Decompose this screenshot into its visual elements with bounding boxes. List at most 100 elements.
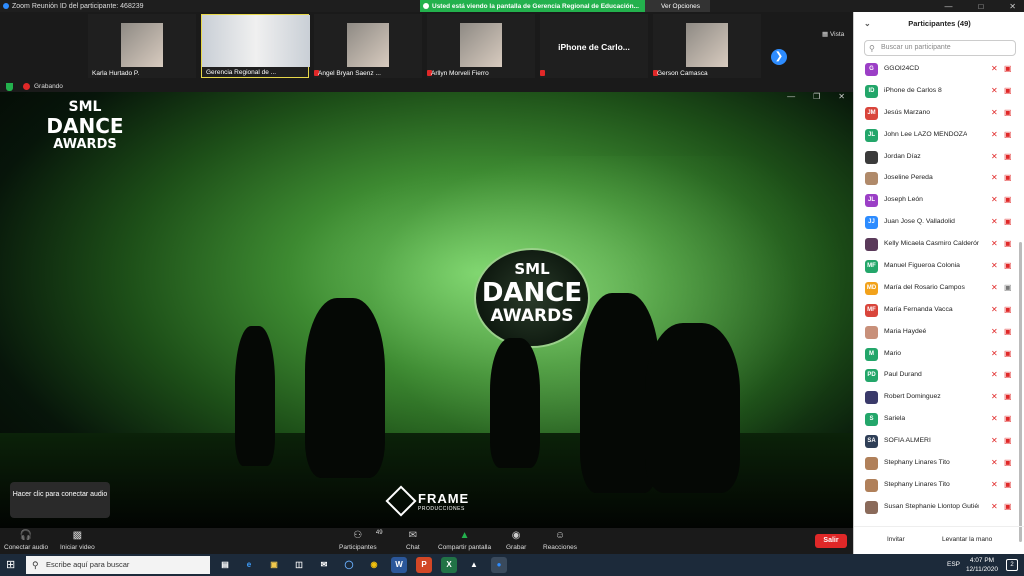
- participant-name: Maria Haydeé: [884, 327, 927, 335]
- powerpoint-icon[interactable]: P: [416, 557, 432, 573]
- security-shield-icon[interactable]: [6, 83, 13, 91]
- logo-line: DANCE: [46, 114, 124, 138]
- participant-name: Kelly Micaela Casmiro Calderón: [884, 240, 979, 248]
- mail-icon[interactable]: ✉: [316, 557, 332, 573]
- shared-screen: SML DANCE AWARDS SML DANCE AWARDS FRAME …: [0, 88, 853, 528]
- participant-row[interactable]: M Mario ✕ ▣: [854, 344, 1024, 366]
- task-view-icon[interactable]: ▤: [217, 557, 233, 573]
- participant-thumb[interactable]: Arllyn Morveli Fierro: [427, 14, 535, 78]
- participant-list-scrollbar[interactable]: [1019, 242, 1022, 542]
- view-button[interactable]: ▦ Vista: [822, 30, 844, 38]
- participant-row[interactable]: Robert Dominguez ✕ ▣: [854, 387, 1024, 409]
- chrome-icon[interactable]: ◉: [366, 557, 382, 573]
- view-options-button[interactable]: Ver Opciones: [644, 0, 711, 12]
- maximize-icon[interactable]: □: [978, 2, 983, 11]
- participant-name: iPhone de Carlos 8: [884, 86, 942, 94]
- leave-button[interactable]: Salir: [815, 534, 847, 548]
- participant-avatar: [865, 150, 878, 164]
- language-indicator[interactable]: ESP: [947, 561, 960, 568]
- participant-name: Stephany Linares Tito: [884, 480, 950, 488]
- edge-browser-icon[interactable]: e: [241, 557, 257, 573]
- zoom-app-icon[interactable]: ●: [491, 557, 507, 573]
- participant-video: [121, 23, 163, 67]
- record-button[interactable]: ◉ Grabar: [506, 530, 526, 551]
- close-icon[interactable]: ✕: [838, 92, 845, 101]
- raise-hand-button[interactable]: Levantar la mano: [942, 536, 992, 543]
- participant-thumb[interactable]: Angel Bryan Saenz ...: [314, 14, 422, 78]
- participant-row[interactable]: G GGOI24CD ✕ ▣: [854, 59, 1024, 81]
- share-screen-button[interactable]: ▲ Compartir pantalla: [438, 530, 491, 551]
- fullscreen-icon[interactable]: ❐: [813, 92, 820, 101]
- chevron-down-icon[interactable]: ⌄: [864, 12, 871, 36]
- camera-off-icon: ▣: [1004, 370, 1012, 380]
- chat-icon: ✉: [408, 530, 418, 541]
- participant-row[interactable]: JJ Juan Jose Q. Valladolid ✕ ▣: [854, 212, 1024, 234]
- start-video-button[interactable]: ▩ Iniciar video: [60, 530, 95, 551]
- participant-thumb[interactable]: Gerson Camasca: [653, 14, 761, 78]
- participant-name: Mario: [884, 349, 901, 357]
- participant-thumb[interactable]: iPhone de Carlo...: [540, 14, 648, 78]
- share-screen-label: Compartir pantalla: [438, 544, 492, 551]
- muted-mic-icon: ✕: [991, 501, 998, 511]
- next-page-icon[interactable]: ❯: [771, 49, 787, 65]
- muted-mic-icon: ✕: [991, 414, 998, 424]
- participant-thumb-active[interactable]: Gerencia Regional de ...: [201, 14, 310, 78]
- participant-row[interactable]: JL Joseph León ✕ ▣: [854, 190, 1024, 212]
- participant-row[interactable]: Kelly Micaela Casmiro Calderón ✕ ▣: [854, 234, 1024, 256]
- windows-start-icon[interactable]: ⊞: [6, 559, 18, 571]
- participant-thumb[interactable]: Karla Hurtado P.: [88, 14, 196, 78]
- reactions-icon: ☺: [554, 530, 566, 541]
- participant-name: Robert Dominguez: [884, 393, 941, 401]
- camera-off-icon: ▣: [1004, 85, 1012, 95]
- participant-row[interactable]: PD Paul Durand ✕ ▣: [854, 365, 1024, 387]
- backdrop-logo-line: SML: [514, 260, 550, 278]
- invite-button[interactable]: Invitar: [887, 536, 905, 543]
- sml-dance-awards-logo: SML DANCE AWARDS: [45, 96, 125, 182]
- participant-row[interactable]: S Sariela ✕ ▣: [854, 409, 1024, 431]
- participant-row[interactable]: MF María Fernanda Vacca ✕ ▣: [854, 300, 1024, 322]
- clock-time: 4:07 PM: [969, 557, 995, 564]
- excel-icon[interactable]: X: [441, 557, 457, 573]
- participant-row[interactable]: JM Jesús Marzano ✕ ▣: [854, 103, 1024, 125]
- browser-icon[interactable]: ◯: [341, 557, 357, 573]
- minimize-icon[interactable]: —: [787, 92, 795, 101]
- clock[interactable]: 4:07 PM 12/11/2020: [966, 556, 998, 574]
- taskbar-search-input[interactable]: ⚲ Escribe aquí para buscar: [26, 556, 210, 574]
- panel-title: Participantes (49): [908, 19, 971, 28]
- participant-row[interactable]: Joseline Pereda ✕ ▣: [854, 168, 1024, 190]
- connect-audio-tooltip: Hacer clic para conectar audio: [10, 482, 110, 518]
- participant-row[interactable]: Stephany Linares Tito ✕ ▣: [854, 475, 1024, 497]
- camera-off-icon: ▣: [1004, 501, 1012, 511]
- participant-row[interactable]: Maria Haydeé ✕ ▣: [854, 322, 1024, 344]
- participant-avatar: [865, 457, 878, 471]
- store-icon[interactable]: ◫: [291, 557, 307, 573]
- minimize-icon[interactable]: —: [944, 2, 952, 11]
- participant-row[interactable]: SA SOFIA ALMERI ✕ ▣: [854, 431, 1024, 453]
- participant-search-input[interactable]: ⚲ Buscar un participante: [864, 40, 1016, 56]
- muted-mic-icon: ✕: [991, 304, 998, 314]
- recording-bar: Grabando: [0, 81, 853, 92]
- panel-footer: Invitar Levantar la mano: [854, 526, 1024, 554]
- participant-row[interactable]: MF Manuel Figueroa Colonia ✕ ▣: [854, 256, 1024, 278]
- participant-name: Susan Stephanie Llontop Gutiérrez: [884, 502, 979, 510]
- photos-icon[interactable]: ▲: [466, 557, 482, 573]
- notifications-icon[interactable]: 2: [1006, 559, 1018, 571]
- participant-row[interactable]: MD María del Rosario Campos ✕ ▣: [854, 278, 1024, 300]
- close-icon[interactable]: ✕: [1009, 2, 1016, 11]
- participant-row[interactable]: Susan Stephanie Llontop Gutiérrez ✕ ▣: [854, 497, 1024, 519]
- participant-row[interactable]: Stephany Linares Tito ✕ ▣: [854, 453, 1024, 475]
- chat-button[interactable]: ✉ Chat: [406, 530, 420, 551]
- participant-name: Paul Durand: [884, 371, 922, 379]
- camera-off-icon: ▣: [1004, 414, 1012, 424]
- word-icon[interactable]: W: [391, 557, 407, 573]
- file-explorer-icon[interactable]: ▣: [266, 557, 282, 573]
- reactions-button[interactable]: ☺ Reacciones: [543, 530, 577, 551]
- participants-label: Participantes: [339, 544, 377, 551]
- participant-row[interactable]: Jordan Díaz ✕ ▣: [854, 147, 1024, 169]
- camera-off-icon: ▣: [1004, 107, 1012, 117]
- camera-off-icon: ▣: [1004, 348, 1012, 358]
- participants-button[interactable]: ⚇ 49 Participantes: [339, 530, 383, 551]
- connect-audio-button[interactable]: 🎧 Conectar audio: [4, 530, 48, 551]
- participant-row[interactable]: ID iPhone de Carlos 8 ✕ ▣: [854, 81, 1024, 103]
- participant-row[interactable]: JL John Lee LAZO MENDOZA ✕ ▣: [854, 125, 1024, 147]
